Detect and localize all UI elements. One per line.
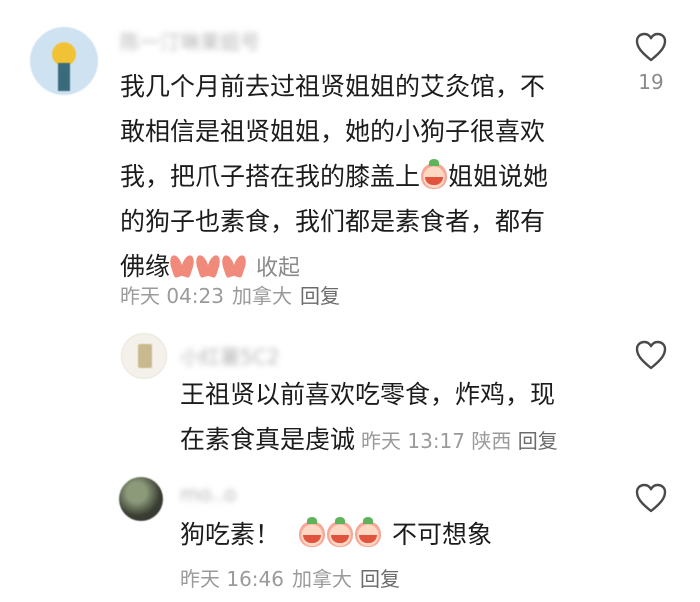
comment-line: 王祖贤以前喜欢吃零食，炸鸡，现 xyxy=(180,380,556,409)
comment-text: 我，把爪子搭在我的膝盖上 xyxy=(120,162,421,191)
heart-outline-icon xyxy=(635,483,667,513)
crying-face-emoji-icon xyxy=(299,517,326,547)
comment-body[interactable]: 我几个月前去过祖贤姐姐的艾灸馆，不 敢相信是祖贤姐姐，她的小狗子很喜欢 我，把爪… xyxy=(120,64,590,291)
comment-text: 在素食真是虔诚 xyxy=(180,425,356,454)
crying-face-emoji-icon xyxy=(327,517,354,547)
avatar[interactable] xyxy=(119,477,163,521)
comment-line: 的狗子也素食，我们都是素食者，都有 xyxy=(120,207,546,236)
comment-thread: 陈一汀琳果姐号 我几个月前去过祖贤姐姐的艾灸馆，不 敢相信是祖贤姐姐，她的小狗子… xyxy=(0,0,700,602)
comment-text: 狗吃素！ xyxy=(180,520,281,549)
comment-line: 我，把爪子搭在我的膝盖上 姐姐说她 xyxy=(120,154,590,199)
reply-button[interactable]: 回复 xyxy=(300,284,340,308)
timestamp: 昨天 04:23 xyxy=(120,284,224,308)
comment-line: 我几个月前去过祖贤姐姐的艾灸馆，不 xyxy=(120,72,546,101)
comment-line: 敢相信是祖贤姐姐，她的小狗子很喜欢 xyxy=(120,117,546,146)
username[interactable]: 小红薯5C2 xyxy=(180,341,279,370)
comment-text: 姐姐说她 xyxy=(448,162,549,191)
timestamp: 昨天 16:46 xyxy=(180,567,284,591)
like-button[interactable]: 19 xyxy=(633,32,669,94)
comment-text: 不可想象 xyxy=(392,520,493,549)
comment-body[interactable]: 狗吃素！ 不可想象 xyxy=(180,512,600,557)
timestamp: 昨天 13:17 xyxy=(361,429,466,453)
comment-line: 狗吃素！ 不可想象 xyxy=(180,512,600,557)
reply-button[interactable]: 回复 xyxy=(360,567,400,591)
like-button[interactable] xyxy=(633,483,669,513)
praying-hands-emoji-icon xyxy=(196,255,220,277)
location: 加拿大 xyxy=(292,567,352,591)
comment-meta: 昨天 13:17 陕西 回复 xyxy=(361,429,558,453)
comment-text: 佛缘 xyxy=(120,252,171,281)
comment-meta: 昨天 16:46 加拿大 回复 xyxy=(180,563,400,592)
reply-button[interactable]: 回复 xyxy=(518,429,558,453)
like-button[interactable] xyxy=(633,340,669,370)
crying-face-emoji-icon xyxy=(355,517,382,547)
heart-outline-icon xyxy=(635,340,667,370)
collapse-button[interactable]: 收起 xyxy=(256,256,300,281)
praying-hands-emoji-icon xyxy=(222,255,246,277)
heart-outline-icon xyxy=(635,32,667,62)
location: 加拿大 xyxy=(232,284,292,308)
avatar[interactable] xyxy=(30,27,98,95)
praying-hands-emoji-icon xyxy=(170,255,194,277)
avatar[interactable] xyxy=(121,333,167,379)
location: 陕西 xyxy=(471,429,512,453)
crying-face-emoji-icon xyxy=(421,159,448,189)
comment-body[interactable]: 王祖贤以前喜欢吃零食，炸鸡，现 在素食真是虔诚 昨天 13:17 陕西 回复 xyxy=(180,372,600,464)
username[interactable]: mo..o xyxy=(180,482,236,506)
like-count: 19 xyxy=(638,70,664,94)
username[interactable]: 陈一汀琳果姐号 xyxy=(120,26,260,55)
comment-meta: 昨天 04:23 加拿大 回复 xyxy=(120,280,340,309)
comment-line: 在素食真是虔诚 昨天 13:17 陕西 回复 xyxy=(180,417,600,464)
